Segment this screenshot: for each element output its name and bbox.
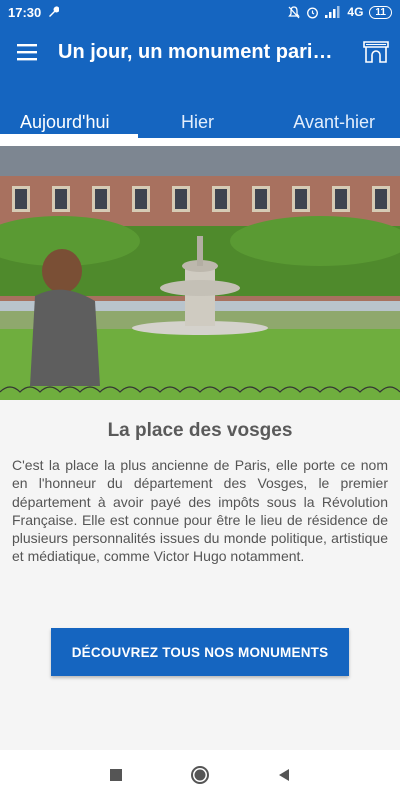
bell-off-icon bbox=[288, 5, 301, 18]
status-time: 17:30 bbox=[8, 4, 42, 20]
monument-description: C'est la place la plus ancienne de Paris… bbox=[12, 457, 388, 565]
signal-icon bbox=[325, 6, 340, 18]
discover-monuments-button[interactable]: DÉCOUVREZ TOUS NOS MONUMENTS bbox=[51, 628, 349, 676]
tab-yesterday[interactable]: Hier bbox=[138, 80, 256, 138]
recents-button[interactable] bbox=[104, 763, 128, 787]
app-bar: Un jour, un monument paris… bbox=[0, 24, 400, 80]
tab-bar: Aujourd'hui Hier Avant-hier bbox=[0, 80, 400, 138]
battery-indicator: 11 bbox=[369, 5, 392, 19]
system-nav-bar bbox=[0, 750, 400, 800]
network-type: 4G bbox=[347, 5, 364, 19]
stop-icon bbox=[110, 769, 122, 781]
status-bar: 17:30 4G 11 bbox=[0, 0, 400, 24]
monument-content: La place des vosges C'est la place la pl… bbox=[0, 400, 400, 750]
home-button[interactable] bbox=[188, 763, 212, 787]
back-button[interactable] bbox=[272, 763, 296, 787]
monument-image bbox=[0, 146, 400, 400]
menu-icon bbox=[17, 44, 37, 61]
monument-title: La place des vosges bbox=[107, 420, 293, 441]
monuments-button[interactable] bbox=[352, 24, 400, 80]
home-icon bbox=[191, 766, 209, 784]
alarm-icon bbox=[307, 7, 319, 18]
menu-button[interactable] bbox=[0, 24, 56, 80]
page-title: Un jour, un monument paris… bbox=[58, 40, 344, 63]
tab-today[interactable]: Aujourd'hui bbox=[0, 80, 139, 138]
arch-icon bbox=[363, 41, 389, 63]
wrench-icon bbox=[49, 6, 60, 17]
back-icon bbox=[279, 769, 289, 781]
monument-photo bbox=[0, 138, 400, 400]
tab-day-before-yesterday[interactable]: Avant-hier bbox=[257, 80, 400, 138]
